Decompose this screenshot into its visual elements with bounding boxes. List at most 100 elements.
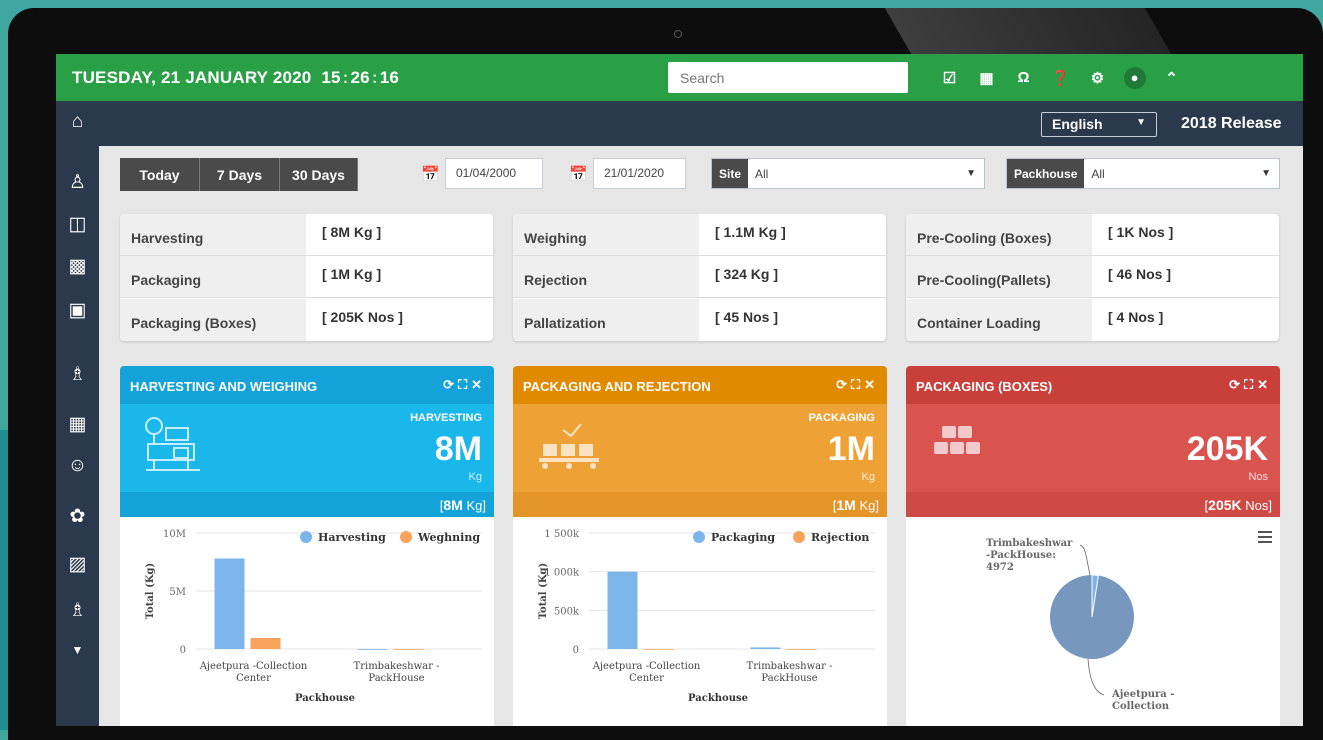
site-select[interactable]: Site All ▼ bbox=[711, 158, 985, 189]
refresh-icon[interactable]: ⟳ bbox=[443, 377, 458, 392]
stat-value: [ 4 Nos ] bbox=[1108, 309, 1164, 325]
panel-kpi: HARVESTING 8M Kg bbox=[120, 404, 494, 492]
industry-icon[interactable]: ▨ bbox=[56, 553, 99, 576]
kpi-value: 8M bbox=[434, 430, 482, 468]
y-tick-label: 10M bbox=[163, 529, 186, 540]
harvesting-chart: 0 5M 10M Total (Kg) Ajeetpura -CollectionCen… bbox=[145, 529, 482, 704]
y-tick-label: 500k bbox=[554, 606, 580, 617]
language-select[interactable]: English ▼ bbox=[1041, 112, 1157, 137]
close-icon[interactable]: ✕ bbox=[471, 377, 486, 392]
legend-marker bbox=[400, 531, 412, 543]
x-axis-label: Packhouse bbox=[688, 693, 748, 704]
to-date-picker[interactable]: 📅 21/01/2020 bbox=[564, 158, 686, 189]
monitor-icon[interactable]: ▣ bbox=[56, 299, 99, 322]
stat-name: Weighing bbox=[513, 214, 699, 255]
stat-name: Harvesting bbox=[120, 214, 306, 255]
box-hand-icon[interactable]: ♗ bbox=[56, 363, 99, 386]
7-days-button[interactable]: 7 Days bbox=[200, 158, 280, 191]
stat-value: [ 8M Kg ] bbox=[322, 224, 382, 240]
team-icon[interactable]: ☺ bbox=[56, 455, 99, 477]
stat-value: [ 205K Nos ] bbox=[322, 309, 403, 325]
close-icon[interactable]: ✕ bbox=[864, 377, 879, 392]
total-unit: Kg bbox=[466, 498, 483, 513]
packhouse-value: All bbox=[1091, 167, 1105, 181]
kpi-label: HARVESTING bbox=[410, 412, 482, 424]
from-date-picker[interactable]: 📅 01/04/2000 bbox=[416, 158, 543, 189]
total-value: 205K bbox=[1208, 497, 1242, 513]
package-icon[interactable]: ♗ bbox=[56, 599, 99, 622]
panel-title: PACKAGING AND REJECTION bbox=[523, 379, 711, 394]
stat-name: Pre-Cooling(Pallets) bbox=[906, 256, 1092, 297]
boxes-icon bbox=[934, 426, 980, 454]
hours: 15 bbox=[321, 67, 341, 87]
conveyor-icon bbox=[539, 423, 599, 469]
stat-name: Packaging (Boxes) bbox=[120, 299, 306, 341]
pie-label: -PackHouse: bbox=[986, 550, 1056, 561]
packhouse-select[interactable]: Packhouse All ▼ bbox=[1006, 158, 1280, 189]
stat-card: Weighing[ 1.1M Kg ] Rejection[ 324 Kg ] … bbox=[513, 214, 886, 341]
chevron-up-icon[interactable]: ⌃ bbox=[1153, 69, 1190, 87]
y-axis-label: Total (Kg) bbox=[145, 563, 156, 620]
packaging-chart: 0 500k 1 000k 1 500k Total (Kg) Ajeetpura -Co… bbox=[538, 529, 875, 704]
x-tick-label: PackHouse bbox=[761, 673, 817, 684]
grid-icon[interactable]: ▦ bbox=[968, 69, 1005, 87]
warehouse-icon[interactable]: ▦ bbox=[56, 413, 99, 436]
hamburger-icon-line bbox=[1258, 536, 1272, 538]
y-tick-label: 0 bbox=[573, 645, 579, 656]
stat-value: [ 46 Nos ] bbox=[1108, 266, 1172, 282]
stat-value: [ 1.1M Kg ] bbox=[715, 224, 786, 240]
release-label: 2018 Release bbox=[1181, 115, 1282, 132]
headset-icon[interactable]: Ω bbox=[1005, 69, 1042, 86]
sidebar: ⌂ ♙ ◫ ▩ ▣ ♗ ▦ ☺ ✿ ▨ ♗ ▼ bbox=[56, 101, 99, 726]
minutes: 26 bbox=[350, 67, 370, 87]
30-days-button[interactable]: 30 Days bbox=[280, 158, 358, 191]
y-tick-label: 1 000k bbox=[544, 568, 580, 579]
search-input[interactable] bbox=[668, 62, 908, 93]
calendar-icon: 📅 bbox=[421, 165, 440, 183]
stat-card: Harvesting [ 8M Kg ] Packaging [ 1M Kg ] P… bbox=[120, 214, 493, 341]
harvesting-weighing-panel: HARVESTING AND WEIGHING ⟳⛶✕ HARVESTING 8… bbox=[120, 366, 494, 726]
factory-icon[interactable]: ▩ bbox=[56, 255, 99, 278]
home-icon[interactable]: ⌂ bbox=[56, 111, 99, 133]
legend-marker bbox=[693, 531, 705, 543]
close-icon[interactable]: ✕ bbox=[1257, 377, 1272, 392]
x-tick-label: PackHouse bbox=[368, 673, 424, 684]
y-tick-label: 1 500k bbox=[544, 529, 580, 540]
panel-total: [1M Kg] bbox=[513, 492, 887, 517]
hamburger-icon-line bbox=[1258, 541, 1272, 543]
panel-header: HARVESTING AND WEIGHING ⟳⛶✕ bbox=[120, 366, 494, 404]
plant-icon[interactable]: ✿ bbox=[56, 505, 99, 528]
expand-icon[interactable]: ⛶ bbox=[458, 377, 471, 392]
expand-icon[interactable]: ⛶ bbox=[851, 377, 864, 392]
camera bbox=[674, 30, 682, 38]
packhouse-label: Packhouse bbox=[1007, 159, 1085, 188]
refresh-icon[interactable]: ⟳ bbox=[1229, 377, 1244, 392]
stat-row: Pre-Cooling (Boxes) [ 1K Nos ] bbox=[906, 214, 1279, 256]
panel-kpi: 205K Nos bbox=[906, 404, 1280, 492]
pie-label: Trimbakeshwar bbox=[986, 538, 1073, 549]
to-date-value[interactable]: 21/01/2020 bbox=[593, 158, 686, 189]
total-value: 1M bbox=[836, 497, 856, 513]
filter-bar: Today 7 Days 30 Days 📅 01/04/2000 📅 21/0… bbox=[56, 158, 1303, 194]
panel-title: HARVESTING AND WEIGHING bbox=[130, 379, 318, 394]
scale-icon bbox=[145, 417, 200, 471]
check-square-icon[interactable]: ☑ bbox=[931, 69, 968, 87]
stat-name: Packaging bbox=[120, 256, 306, 297]
user-menu[interactable]: ● bbox=[1116, 66, 1153, 89]
x-tick-label: Center bbox=[629, 673, 664, 684]
panel-title: PACKAGING (BOXES) bbox=[916, 379, 1053, 394]
stat-value: [ 45 Nos ] bbox=[715, 309, 779, 325]
building-icon[interactable]: ◫ bbox=[56, 213, 99, 236]
bar bbox=[643, 648, 674, 650]
from-date-value[interactable]: 01/04/2000 bbox=[445, 158, 543, 189]
expand-icon[interactable]: ⛶ bbox=[1244, 377, 1257, 392]
settings-icon[interactable]: ⚙ bbox=[1079, 69, 1116, 87]
help-icon[interactable]: ❓ bbox=[1042, 69, 1079, 87]
stat-name: Pre-Cooling (Boxes) bbox=[906, 214, 1092, 255]
stat-name: Container Loading bbox=[906, 299, 1092, 341]
refresh-icon[interactable]: ⟳ bbox=[836, 377, 851, 392]
hamburger-icon-line bbox=[1258, 531, 1272, 533]
today-button[interactable]: Today bbox=[120, 158, 200, 191]
stat-row: Weighing [ 1.1M Kg ] bbox=[513, 214, 886, 256]
chevron-down-icon[interactable]: ▼ bbox=[56, 643, 99, 657]
